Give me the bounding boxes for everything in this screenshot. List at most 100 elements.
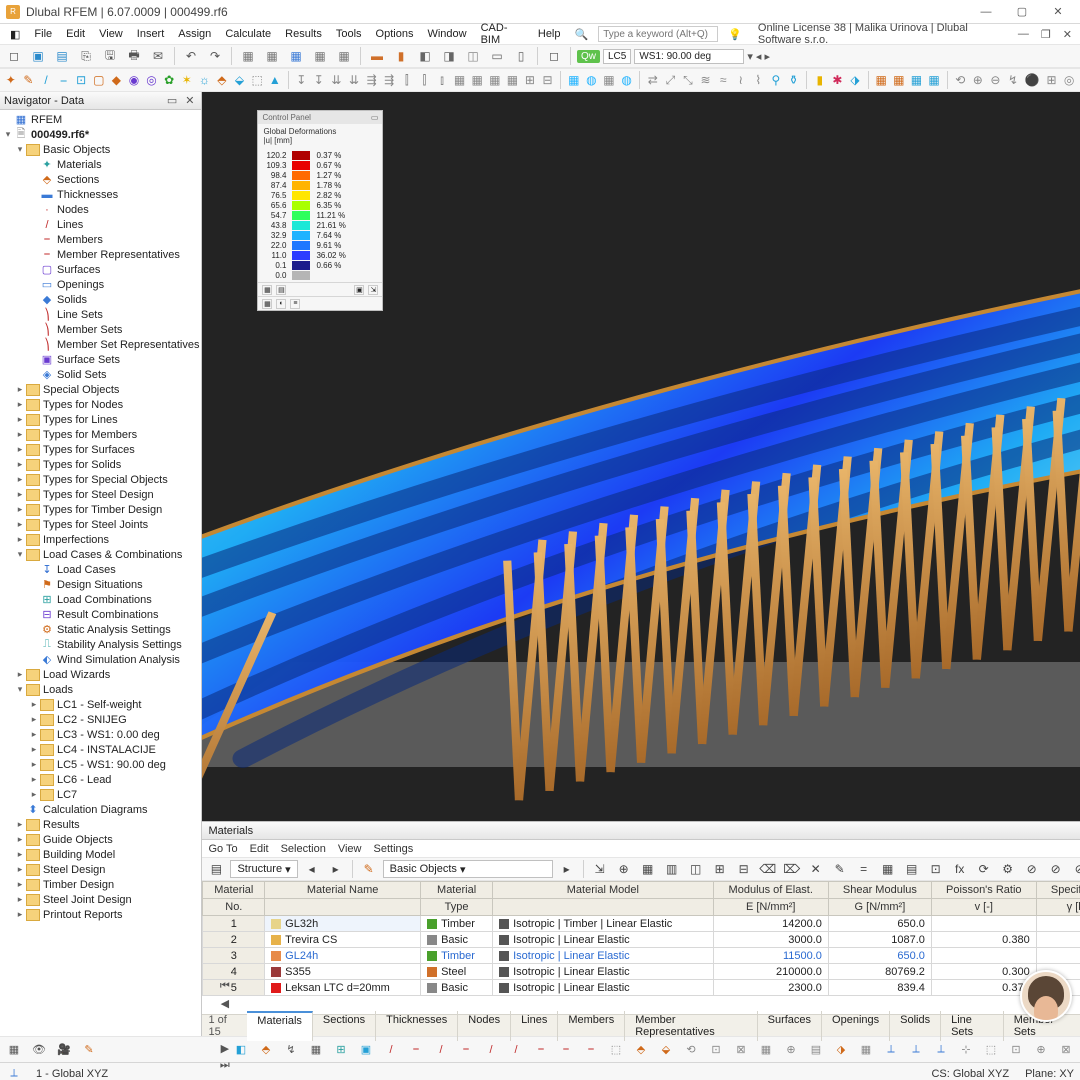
tree-node[interactable]: ⊞Load Combinations: [0, 592, 201, 607]
toolbar-icon[interactable]: ✎: [22, 70, 36, 90]
tree-node[interactable]: ▸Types for Timber Design: [0, 502, 201, 517]
bottom-tool-icon[interactable]: ⊡: [1006, 1040, 1026, 1060]
tree-node[interactable]: ⎯Members: [0, 232, 201, 247]
toolbar-icon[interactable]: ⇶: [365, 70, 379, 90]
tree-node[interactable]: ▸Types for Steel Joints: [0, 517, 201, 532]
dock-tab[interactable]: Member Representatives: [625, 1011, 757, 1041]
bottom-tool-icon[interactable]: ⊹: [956, 1040, 976, 1060]
toolbar-icon[interactable]: ⇊: [330, 70, 344, 90]
toolbar-icon[interactable]: ✿: [162, 70, 176, 90]
toolbar-icon[interactable]: ▦: [567, 70, 581, 90]
navigator-tree[interactable]: ▦RFEM▾🗎000499.rf6*▾Basic Objects✦Materia…: [0, 110, 201, 1036]
menu-results[interactable]: Results: [279, 27, 328, 41]
menu-insert[interactable]: Insert: [131, 27, 171, 41]
toolbar-icon[interactable]: 🖫: [100, 46, 120, 66]
toolbar-icon[interactable]: ⬙: [233, 70, 247, 90]
tree-node[interactable]: ⚑Design Situations: [0, 577, 201, 592]
bottom-tool-icon[interactable]: ⎯: [531, 1040, 551, 1060]
bottom-tool-icon[interactable]: ⊠: [731, 1040, 751, 1060]
dock-tab[interactable]: Thicknesses: [376, 1011, 458, 1041]
bottom-tool-icon[interactable]: ⊡: [706, 1040, 726, 1060]
tree-node[interactable]: ▬Thicknesses: [0, 187, 201, 202]
bottom-tool-icon[interactable]: ⬚: [981, 1040, 1001, 1060]
toolbar-icon[interactable]: ⟲: [953, 70, 967, 90]
tree-node[interactable]: ▢Surfaces: [0, 262, 201, 277]
dock-tab[interactable]: Lines: [511, 1011, 558, 1041]
toolbar-icon[interactable]: ↧: [312, 70, 326, 90]
dock-tool-icon[interactable]: ⊞: [710, 859, 730, 879]
tree-node[interactable]: ▸Building Model: [0, 847, 201, 862]
toolbar-icon[interactable]: ▦: [927, 70, 941, 90]
toolbar-icon[interactable]: ▯: [511, 46, 531, 66]
navigator-close-button[interactable]: ✕: [182, 94, 197, 107]
menu-help[interactable]: Help: [532, 27, 567, 41]
tree-node[interactable]: ▸Load Wizards: [0, 667, 201, 682]
toolbar-icon[interactable]: ◎: [1062, 70, 1076, 90]
tree-node[interactable]: ▸Types for Steel Design: [0, 487, 201, 502]
dock-menu-view[interactable]: View: [338, 843, 362, 855]
tree-node[interactable]: ▸LC2 - SNIJEG: [0, 712, 201, 727]
toolbar-icon[interactable]: ⎯: [57, 70, 71, 90]
control-panel[interactable]: Control Panel▭ Global Deformations |u| […: [257, 110, 383, 311]
tree-node[interactable]: ⎞Member Sets: [0, 322, 201, 337]
toolbar-icon[interactable]: ≋: [699, 70, 713, 90]
tree-node[interactable]: ▸Types for Special Objects: [0, 472, 201, 487]
dock-tab[interactable]: Materials: [247, 1011, 313, 1041]
maximize-button[interactable]: ▢: [1006, 2, 1038, 22]
toolbar-icon[interactable]: ▦: [488, 70, 502, 90]
toolbar-icon[interactable]: ◧: [415, 46, 435, 66]
toolbar-icon[interactable]: ◻: [544, 46, 564, 66]
dock-tab[interactable]: Nodes: [458, 1011, 511, 1041]
tree-node[interactable]: ▸Guide Objects: [0, 832, 201, 847]
loadcase-selector[interactable]: QwLC5WS1: 90.00 deg▾ ◂ ▸: [577, 49, 770, 64]
tab-prev-icon[interactable]: ◀: [221, 997, 229, 1010]
mdi-restore-button[interactable]: ❐: [1037, 27, 1055, 42]
toolbar-icon[interactable]: ⚲: [769, 70, 783, 90]
tree-node[interactable]: ▣Surface Sets: [0, 352, 201, 367]
dock-tool-icon[interactable]: ✎: [830, 859, 850, 879]
dock-tool-icon[interactable]: ⊘: [1046, 859, 1066, 879]
leg-btn3[interactable]: ▣: [354, 285, 364, 295]
mdi-min-button[interactable]: —: [1014, 27, 1033, 41]
toolbar-icon[interactable]: ↧: [294, 70, 308, 90]
menu-file[interactable]: File: [28, 27, 58, 41]
toolbar-icon[interactable]: ⚫: [1024, 70, 1041, 90]
dock-tab[interactable]: Solids: [890, 1011, 941, 1041]
menu-assign[interactable]: Assign: [172, 27, 217, 41]
bottom-tool-icon[interactable]: ↯: [281, 1040, 301, 1060]
tree-node[interactable]: /Lines: [0, 217, 201, 232]
toolbar-icon[interactable]: ⇶: [382, 70, 396, 90]
toolbar-icon[interactable]: ▦: [286, 46, 306, 66]
toolbar-icon[interactable]: ⊞: [1045, 70, 1059, 90]
tree-node[interactable]: ▸Imperfections: [0, 532, 201, 547]
toolbar-icon[interactable]: ◍: [620, 70, 634, 90]
menu-window[interactable]: Window: [421, 27, 472, 41]
toolbar-icon[interactable]: ▦: [453, 70, 467, 90]
tree-node[interactable]: ✦Materials: [0, 157, 201, 172]
bottom-tool-icon[interactable]: ⎯: [581, 1040, 601, 1060]
menu-cadbim[interactable]: CAD-BIM: [475, 21, 530, 47]
dock-tool-icon[interactable]: ▥: [662, 859, 682, 879]
tree-node[interactable]: ▸LC1 - Self-weight: [0, 697, 201, 712]
tree-node[interactable]: ↧Load Cases: [0, 562, 201, 577]
tree-node[interactable]: ▸Special Objects: [0, 382, 201, 397]
bottom-tool-icon[interactable]: 👁: [29, 1040, 49, 1060]
toolbar-icon[interactable]: ▦: [470, 70, 484, 90]
toolbar-icon[interactable]: ⬘: [215, 70, 229, 90]
tree-node[interactable]: ▸Steel Design: [0, 862, 201, 877]
bottom-tool-icon[interactable]: ▦: [4, 1040, 24, 1060]
bottom-tool-icon[interactable]: ⟂: [881, 1040, 901, 1060]
bottom-tool-icon[interactable]: ⟂: [931, 1040, 951, 1060]
bottom-tool-icon[interactable]: 🎥: [54, 1040, 74, 1060]
bottom-tool-icon[interactable]: ⟲: [681, 1040, 701, 1060]
tree-node[interactable]: ⬘Sections: [0, 172, 201, 187]
tree-node[interactable]: ▸LC4 - INSTALACIJE: [0, 742, 201, 757]
bottom-tool-icon[interactable]: ⎯: [406, 1040, 426, 1060]
bottom-tool-icon[interactable]: ⬗: [831, 1040, 851, 1060]
toolbar-icon[interactable]: ▦: [506, 70, 520, 90]
toolbar-icon[interactable]: ⫾: [435, 70, 449, 90]
menu-view[interactable]: View: [93, 27, 129, 41]
tree-node[interactable]: ⊟Result Combinations: [0, 607, 201, 622]
toolbar-icon[interactable]: ▲: [268, 70, 282, 90]
dock-menu-settings[interactable]: Settings: [374, 843, 414, 855]
